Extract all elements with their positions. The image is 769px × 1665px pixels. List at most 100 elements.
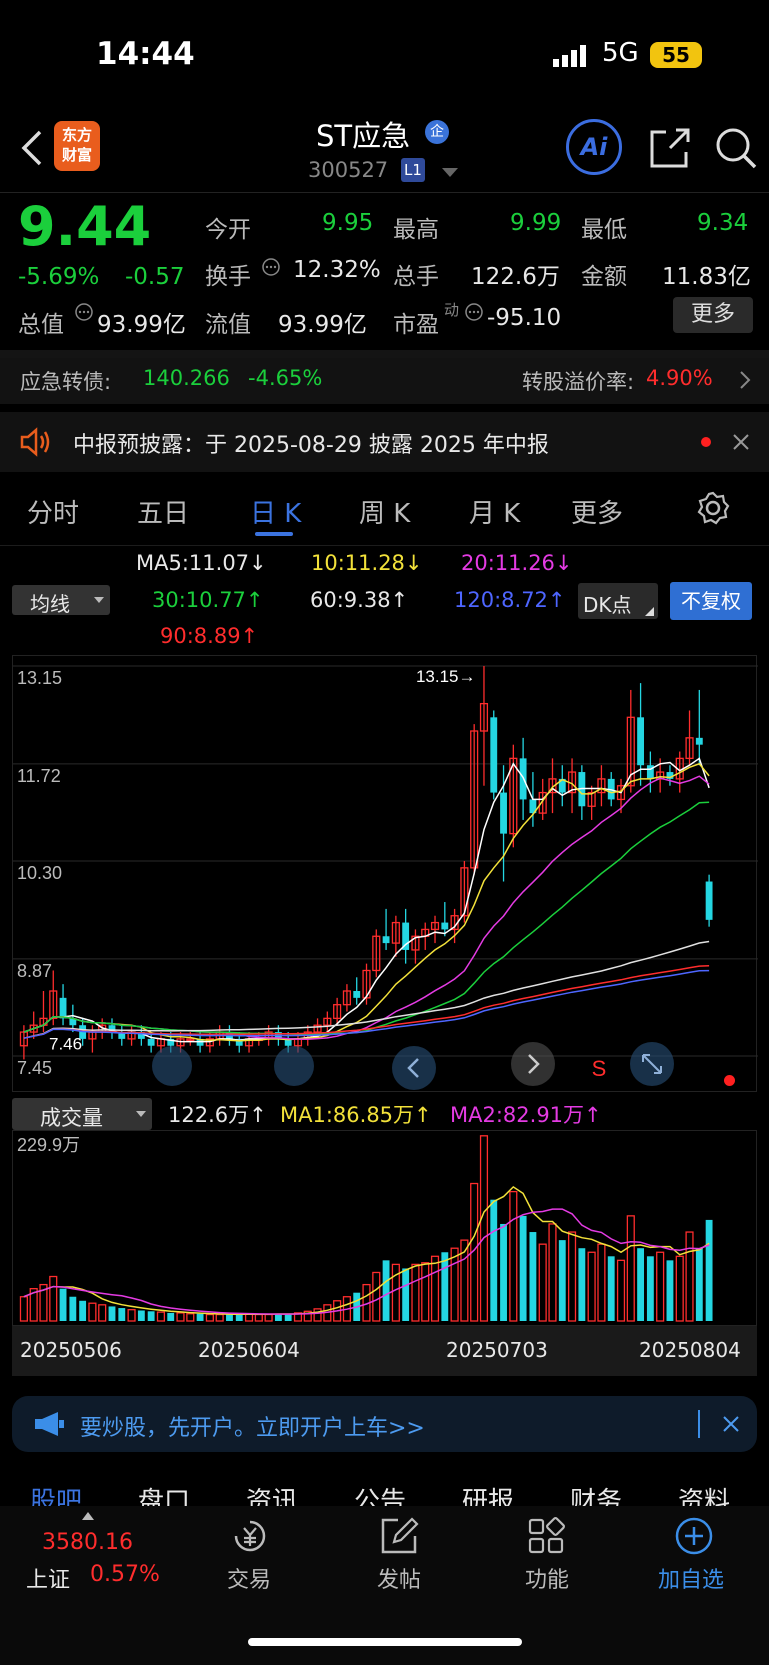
nav-add-watchlist[interactable]: 加自选 [654, 1516, 734, 1596]
caret-down-icon [94, 597, 104, 603]
fullscreen-button[interactable] [630, 1042, 674, 1086]
amount-label: 金额 [581, 264, 627, 290]
dk-label: DK点 [583, 593, 632, 617]
ma-selector[interactable]: 均线 [12, 585, 110, 616]
tab-daily-k[interactable]: 日 K [250, 493, 301, 530]
volume-bar [646, 1256, 654, 1321]
nav-post[interactable]: 发帖 [370, 1516, 430, 1596]
candle-body [705, 881, 713, 920]
volume-svg: 229.9万 [17, 1135, 713, 1322]
volume-bar [637, 1248, 645, 1321]
open-value: 9.95 [322, 210, 374, 236]
app-logo: 东方 财富 [54, 121, 100, 171]
turnover-label: 换手 [205, 264, 251, 290]
divider [0, 350, 769, 358]
volume-bar [402, 1268, 410, 1321]
max-price-label: 13.15→ [416, 667, 476, 686]
ai-button[interactable]: Ai [566, 119, 622, 175]
gear-icon[interactable] [696, 491, 730, 525]
volume-selector-label: 成交量 [40, 1106, 103, 1130]
volume-bar [372, 1271, 381, 1322]
promo-banner[interactable]: 要炒股，先开户。立即开户上车>> [12, 1396, 757, 1452]
close-icon[interactable] [732, 433, 750, 451]
signal-icon [553, 45, 586, 67]
edit-icon [381, 1517, 419, 1554]
volume-bar [226, 1314, 233, 1321]
status-bar: 14:44 5G 55 [0, 0, 769, 110]
volume-ma2-line [23, 1208, 710, 1315]
volume-bar [421, 1262, 430, 1322]
nav-trade[interactable]: 交易 [220, 1516, 280, 1596]
tab-weekly-k[interactable]: 周 K [359, 493, 410, 530]
tab-five-day[interactable]: 五日 [137, 493, 189, 530]
scroll-right-button[interactable] [511, 1042, 555, 1086]
volume-bar [196, 1313, 204, 1321]
subtab-research[interactable]: 研报 [462, 1481, 514, 1506]
no-adjust-button[interactable]: 不复权 [670, 582, 752, 620]
bond-row[interactable]: 应急转债: 140.266 -4.65% 转股溢价率: 4.90% [0, 358, 769, 404]
change-value: -0.57 [125, 264, 185, 290]
date-label: 20250703 [446, 1338, 548, 1362]
mktcap-value: 93.99亿 [97, 312, 186, 338]
candle-body [490, 717, 498, 793]
search-icon[interactable] [714, 126, 758, 170]
chevron-right-icon [740, 371, 751, 389]
share-icon[interactable] [648, 126, 692, 170]
subtab-profile[interactable]: 资料 [678, 1481, 730, 1506]
notice-bar[interactable]: 中报预披露：于 2025-08-29 披露 2025 年中报 [0, 412, 769, 472]
pe-label: 市盈 [393, 312, 439, 338]
back-icon[interactable] [14, 128, 54, 168]
info-icon[interactable] [261, 257, 281, 277]
grid-icon [528, 1517, 565, 1554]
volume-chart[interactable]: 229.9万 [12, 1130, 757, 1326]
volume-bar [490, 1199, 498, 1321]
tab-more[interactable]: 更多 [571, 493, 623, 530]
volume-bar [167, 1312, 175, 1321]
info-icon[interactable] [74, 302, 94, 322]
dk-button[interactable]: DK点 [578, 583, 658, 619]
candle-body [147, 1038, 155, 1046]
zoom-out-button[interactable] [152, 1046, 192, 1086]
zoom-in-button[interactable] [274, 1046, 314, 1086]
subtab-notices[interactable]: 公告 [354, 1481, 406, 1506]
index-value[interactable]: 3580.16 [42, 1530, 133, 1555]
tab-intraday[interactable]: 分时 [27, 493, 79, 530]
ma20-label: 20:11.26↓ [461, 551, 573, 575]
pe-sup: 动 [444, 301, 460, 319]
volume-bar [108, 1306, 116, 1321]
subtab-news[interactable]: 资讯 [246, 1481, 298, 1506]
battery-icon: 55 [650, 42, 702, 68]
sell-signal-label: S [592, 1056, 607, 1081]
subtab-guba[interactable]: 股吧 [30, 1481, 82, 1506]
kline-chart[interactable]: 13.15 11.72 10.30 8.87 7.45 13.15→ 7.46 S [12, 655, 758, 1092]
level-badge[interactable]: L1 [401, 158, 425, 182]
subtab-finance[interactable]: 财务 [570, 1481, 622, 1506]
corner-caret-icon [645, 607, 654, 616]
candle-body [382, 936, 390, 944]
high-label: 最高 [393, 217, 439, 243]
index-name[interactable]: 上证 [26, 1562, 70, 1594]
megaphone-icon [35, 1412, 64, 1436]
volume-selector[interactable]: 成交量 [12, 1098, 152, 1130]
index-change[interactable]: 0.57% [90, 1562, 160, 1587]
subtab-pankou[interactable]: 盘口 [138, 1481, 190, 1506]
scroll-left-button[interactable] [392, 1046, 436, 1090]
date-label: 20250506 [20, 1338, 122, 1362]
more-button[interactable]: 更多 [673, 297, 753, 333]
close-icon[interactable] [722, 1415, 740, 1433]
volume-bar [675, 1255, 684, 1322]
info-icon[interactable] [464, 302, 484, 322]
volume-bar [19, 1296, 28, 1322]
stock-code: 300527 [308, 158, 389, 182]
nav-function[interactable]: 功能 [518, 1516, 578, 1596]
pe-value: -95.10 [487, 305, 562, 331]
tab-monthly-k[interactable]: 月 K [469, 493, 520, 530]
volume-bar [186, 1313, 195, 1322]
volume-label: 总手 [393, 264, 439, 290]
volume-bar [519, 1215, 527, 1321]
chevron-down-icon[interactable] [442, 168, 458, 178]
volume-bar [254, 1313, 263, 1322]
volume-bar [156, 1311, 166, 1322]
candle-body [637, 717, 645, 766]
speaker-icon [20, 427, 50, 457]
